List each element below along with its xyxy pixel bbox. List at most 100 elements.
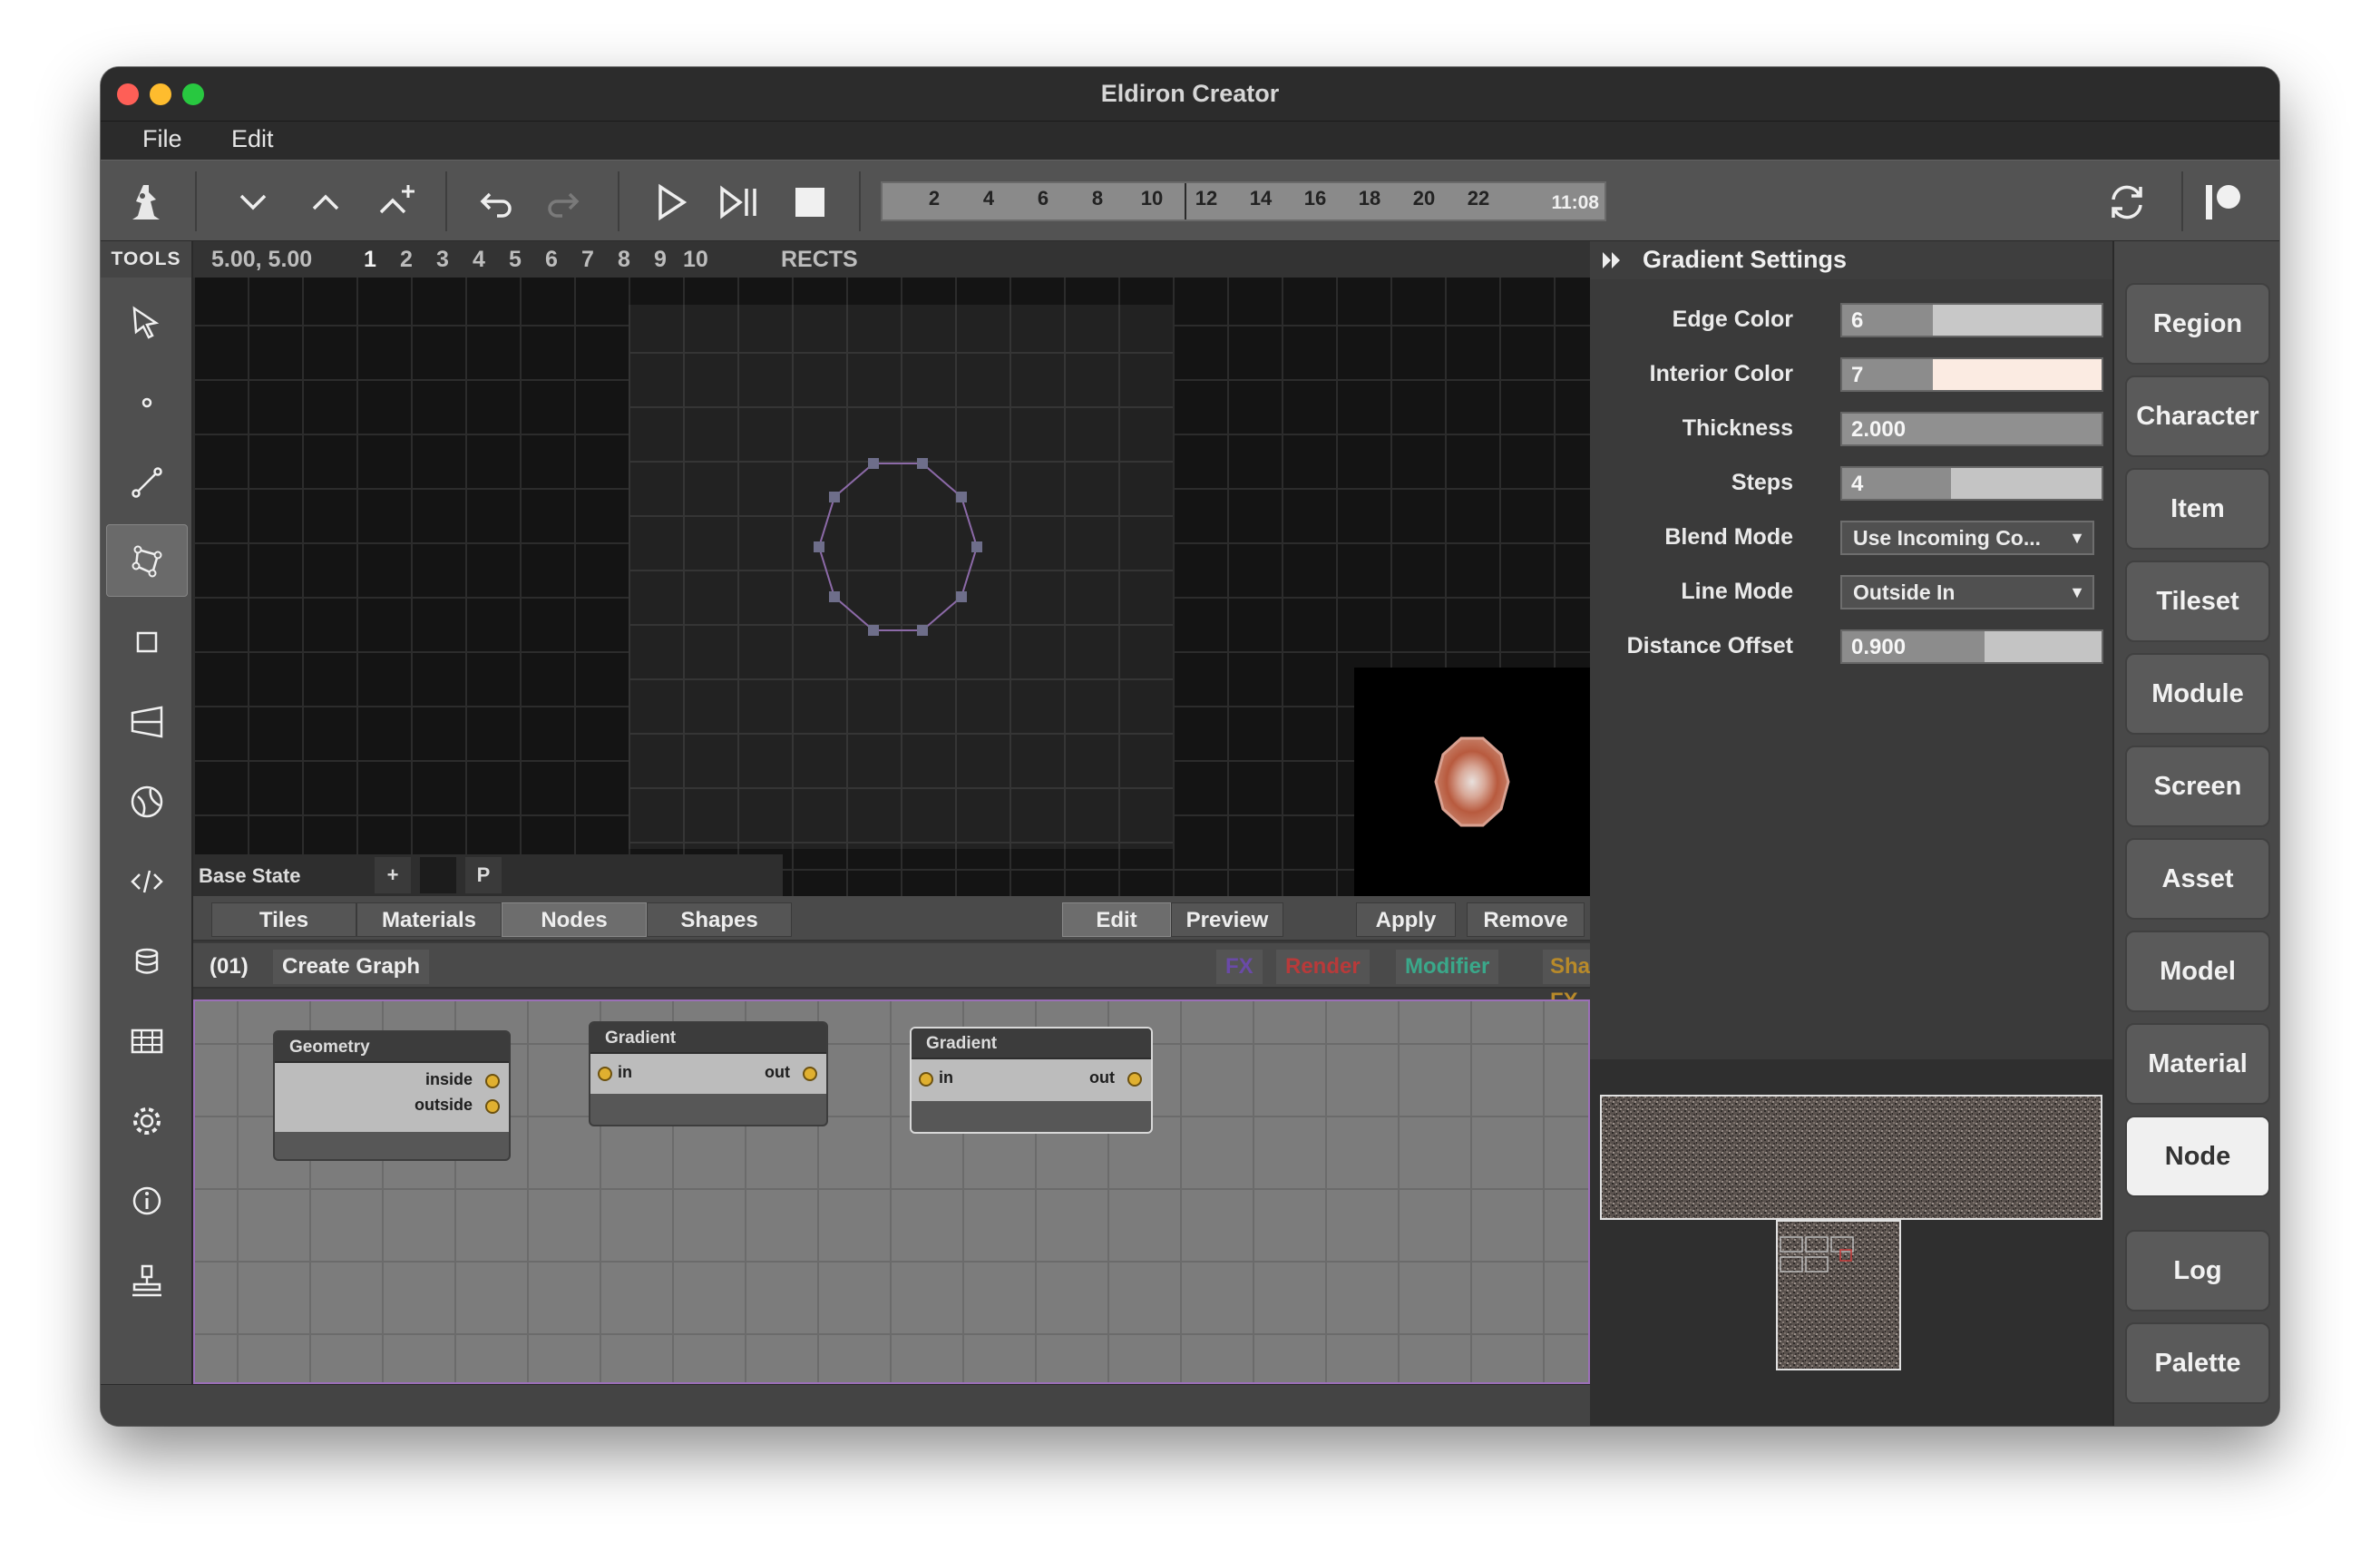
- setting-label: Thickness: [1682, 415, 1793, 441]
- nav-palette[interactable]: Palette: [2125, 1322, 2270, 1404]
- settings-tool-icon[interactable]: [106, 1085, 188, 1157]
- port-label: out: [765, 1063, 790, 1081]
- layer-tab[interactable]: 10: [683, 247, 708, 273]
- nav-asset[interactable]: Asset: [2125, 838, 2270, 920]
- setting-label: Line Mode: [1681, 579, 1793, 604]
- geometry-node[interactable]: Geometry inside outside: [273, 1030, 511, 1161]
- gradient-node-selected[interactable]: Gradient in out: [910, 1027, 1153, 1134]
- info-tool-icon[interactable]: [106, 1165, 188, 1237]
- layer-tab[interactable]: 1: [364, 247, 376, 273]
- refresh-icon[interactable]: [2102, 177, 2152, 228]
- create-graph-button[interactable]: Create Graph: [273, 950, 430, 984]
- thickness-field[interactable]: 2.000: [1840, 412, 2103, 446]
- output-port[interactable]: [485, 1099, 500, 1114]
- tab-tiles[interactable]: Tiles: [211, 902, 356, 937]
- nav-model[interactable]: Model: [2125, 931, 2270, 1012]
- render-tool-icon[interactable]: [106, 1244, 188, 1317]
- setting-row: Interior Color 7: [1590, 354, 2112, 394]
- nav-module[interactable]: Module: [2125, 653, 2270, 735]
- layer-tab[interactable]: 8: [618, 247, 630, 273]
- line-tool-icon[interactable]: [106, 446, 188, 519]
- stop-icon[interactable]: [785, 177, 835, 228]
- render-category[interactable]: Render: [1276, 950, 1370, 984]
- edit-toggle[interactable]: Edit: [1062, 902, 1171, 937]
- timeline-tick: 22: [1467, 187, 1490, 210]
- chevron-down-icon[interactable]: [228, 177, 278, 228]
- nav-tileset[interactable]: Tileset: [2125, 561, 2270, 642]
- layer-tab[interactable]: 3: [436, 247, 449, 273]
- chevron-up-plus-icon[interactable]: [371, 177, 422, 228]
- setting-label: Blend Mode: [1664, 524, 1793, 550]
- remove-button[interactable]: Remove: [1467, 902, 1585, 937]
- input-port[interactable]: [598, 1067, 612, 1081]
- nav-character[interactable]: Character: [2125, 375, 2270, 457]
- collapse-icon[interactable]: [1601, 250, 1623, 270]
- layer-tab[interactable]: 2: [400, 247, 413, 273]
- nav-region[interactable]: Region: [2125, 283, 2270, 365]
- noise-texture-small: [1776, 1220, 1901, 1370]
- layer-tab[interactable]: 7: [581, 247, 594, 273]
- setting-row: Line Mode Outside In ▼: [1590, 571, 2112, 611]
- distance-offset-field[interactable]: 0.900: [1840, 629, 2103, 664]
- preview-toggle[interactable]: Preview: [1171, 902, 1283, 937]
- output-port[interactable]: [1127, 1072, 1142, 1087]
- tab-materials[interactable]: Materials: [356, 902, 502, 937]
- timeline-time: 11:08: [1551, 192, 1599, 213]
- gradient-node[interactable]: Gradient in out: [589, 1021, 828, 1126]
- vertex-tool-icon[interactable]: [106, 366, 188, 439]
- layer-tab[interactable]: 9: [654, 247, 667, 273]
- map-canvas[interactable]: Base State + P: [193, 278, 1590, 896]
- dropdown-arrow-icon: ▼: [2069, 583, 2085, 601]
- state-name[interactable]: Base State: [199, 864, 301, 888]
- nav-item[interactable]: Item: [2125, 468, 2270, 550]
- patreon-icon[interactable]: [2198, 177, 2248, 228]
- code-tool-icon[interactable]: [106, 845, 188, 918]
- node-graph[interactable]: Geometry inside outside Gradient in out …: [193, 999, 1590, 1384]
- chevron-up-icon[interactable]: [300, 177, 351, 228]
- interior-color-field[interactable]: 7: [1840, 357, 2103, 392]
- nav-log[interactable]: Log: [2125, 1230, 2270, 1311]
- layer-tab[interactable]: 6: [545, 247, 558, 273]
- menu-edit[interactable]: Edit: [231, 125, 274, 153]
- timeline-tick: 10: [1140, 187, 1164, 210]
- blend-mode-select[interactable]: Use Incoming Co... ▼: [1840, 521, 2094, 555]
- output-port[interactable]: [485, 1074, 500, 1088]
- steps-field[interactable]: 4: [1840, 466, 2103, 501]
- layer-tab[interactable]: 5: [509, 247, 522, 273]
- timeline-slider[interactable]: 2 4 6 8 10 12 14 16 18 20 22 11:08: [881, 181, 1606, 221]
- nav-screen[interactable]: Screen: [2125, 746, 2270, 827]
- play-icon[interactable]: [645, 177, 696, 228]
- rect-tool-icon[interactable]: [106, 606, 188, 678]
- timeline-tick: 14: [1249, 187, 1273, 210]
- input-port[interactable]: [919, 1072, 933, 1087]
- sector-tool-icon[interactable]: [106, 686, 188, 758]
- tab-shapes[interactable]: Shapes: [647, 902, 792, 937]
- menu-file[interactable]: File: [142, 125, 182, 153]
- dropdown-arrow-icon: ▼: [2069, 529, 2085, 547]
- tab-nodes[interactable]: Nodes: [502, 902, 647, 937]
- polygon-tool-icon[interactable]: [106, 524, 188, 597]
- nav-node[interactable]: Node: [2125, 1116, 2270, 1197]
- select-tool-icon[interactable]: [106, 287, 188, 359]
- status-bar: [101, 1384, 1590, 1426]
- apply-button[interactable]: Apply: [1356, 902, 1456, 937]
- cursor-coordinates: 5.00, 5.00: [211, 247, 313, 272]
- modifier-category[interactable]: Modifier: [1396, 950, 1499, 984]
- game-tool-icon[interactable]: [106, 765, 188, 838]
- p-button[interactable]: P: [465, 857, 502, 893]
- fx-category[interactable]: FX: [1216, 950, 1263, 984]
- timeline-cursor[interactable]: [1185, 183, 1186, 219]
- layer-tab[interactable]: 4: [473, 247, 485, 273]
- redo-icon[interactable]: [541, 177, 592, 228]
- undo-icon[interactable]: [467, 177, 518, 228]
- data-tool-icon[interactable]: [106, 925, 188, 998]
- line-mode-select[interactable]: Outside In ▼: [1840, 575, 2094, 609]
- add-state-button[interactable]: +: [375, 857, 411, 893]
- port-label: outside: [414, 1096, 473, 1114]
- step-icon[interactable]: [714, 177, 765, 228]
- right-nav: Region Character Item Tileset Module Scr…: [2112, 241, 2279, 1426]
- output-port[interactable]: [803, 1067, 817, 1081]
- nav-material[interactable]: Material: [2125, 1023, 2270, 1105]
- tileset-tool-icon[interactable]: [106, 1005, 188, 1077]
- edge-color-field[interactable]: 6: [1840, 303, 2103, 337]
